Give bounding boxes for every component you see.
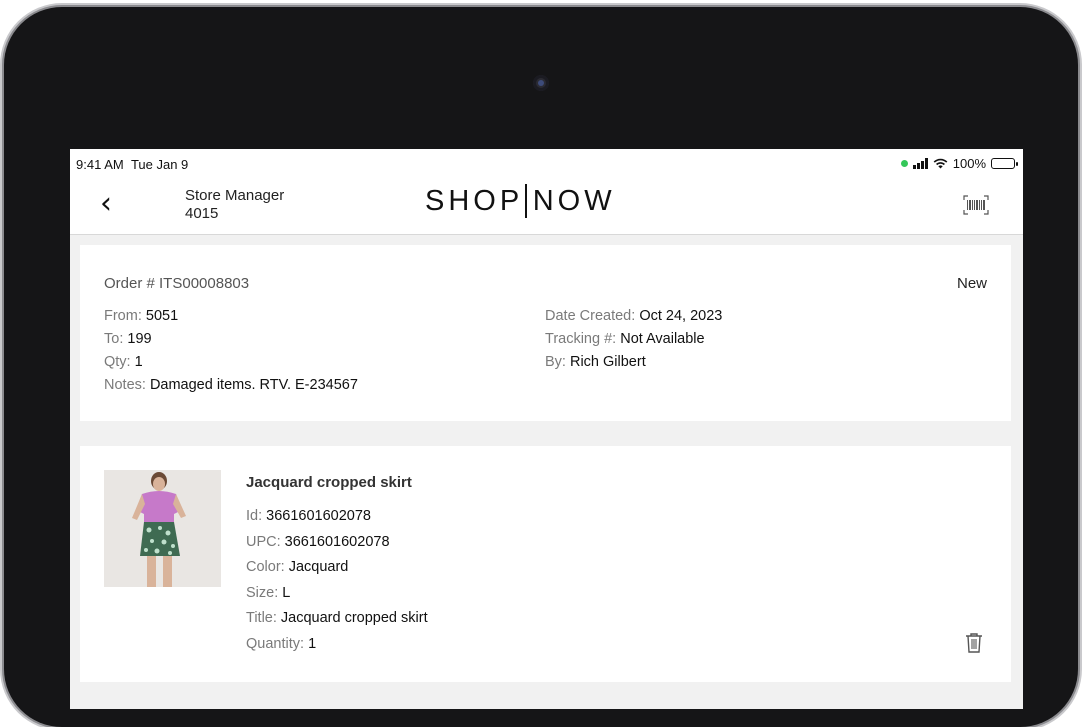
item-details: Id: 3661601602078 UPC: 3661601602078 Col… — [246, 504, 428, 657]
store-info: Store Manager 4015 — [185, 187, 284, 223]
item-field-color: Color: Jacquard — [246, 559, 349, 575]
battery-percent: 100% — [952, 156, 986, 171]
user-role: Store Manager — [185, 187, 285, 204]
order-summary-card: Order # ITS00008803 New From: 5051 To: 1… — [80, 245, 1011, 421]
battery-icon — [991, 158, 1018, 169]
navigation-bar: ‹ Store Manager 4015 SHOP NOW — [70, 175, 1023, 235]
item-field-id: Id: 3661601602078 — [246, 508, 371, 524]
item-field-size: Size: L — [246, 584, 291, 601]
barcode-scan-icon[interactable] — [963, 195, 989, 215]
camera — [533, 75, 549, 91]
tablet-frame: 9:41 AM Tue Jan 9 100% ‹ Store Manager 4… — [4, 7, 1078, 727]
cellular-signal-icon — [912, 158, 928, 169]
order-details-left: From: 5051 To: 199 Qty: 1 Notes: Damaged… — [104, 305, 358, 397]
order-field-qty: Qty: 1 — [104, 354, 143, 370]
product-image — [104, 470, 221, 587]
status-time: 9:41 AM Tue Jan 9 — [76, 157, 189, 172]
status-bar: 9:41 AM Tue Jan 9 100% — [70, 149, 1023, 175]
app-screen: 9:41 AM Tue Jan 9 100% ‹ Store Manager 4… — [70, 149, 1023, 709]
order-field-to: To: 199 — [104, 331, 152, 347]
order-field-from: From: 5051 — [104, 308, 179, 324]
order-field-notes: Notes: Damaged items. RTV. E-234567 — [104, 377, 358, 393]
wifi-icon — [933, 158, 948, 169]
order-number: Order # ITS00008803 — [104, 275, 250, 292]
shopnow-logo: SHOP NOW — [425, 184, 616, 218]
order-details-right: Date Created: Oct 24, 2023 Tracking #: N… — [545, 305, 722, 374]
order-item-card: Jacquard cropped skirt Id: 3661601602078… — [80, 446, 1011, 682]
order-status: New — [956, 275, 987, 292]
status-indicators: 100% — [900, 156, 1018, 171]
order-field-tracking: Tracking #: Not Available — [545, 331, 705, 347]
order-field-date-created: Date Created: Oct 24, 2023 — [545, 308, 723, 324]
trash-icon[interactable] — [965, 632, 983, 654]
item-field-upc: UPC: 3661601602078 — [246, 533, 390, 550]
store-id: 4015 — [185, 205, 219, 222]
item-name: Jacquard cropped skirt — [246, 474, 412, 491]
item-field-quantity: Quantity: 1 — [246, 635, 317, 652]
item-field-title: Title: Jacquard cropped skirt — [246, 610, 428, 626]
camera-in-use-indicator — [900, 160, 908, 167]
chevron-left-icon[interactable]: ‹ — [100, 189, 112, 219]
order-field-by: By: Rich Gilbert — [545, 354, 646, 370]
